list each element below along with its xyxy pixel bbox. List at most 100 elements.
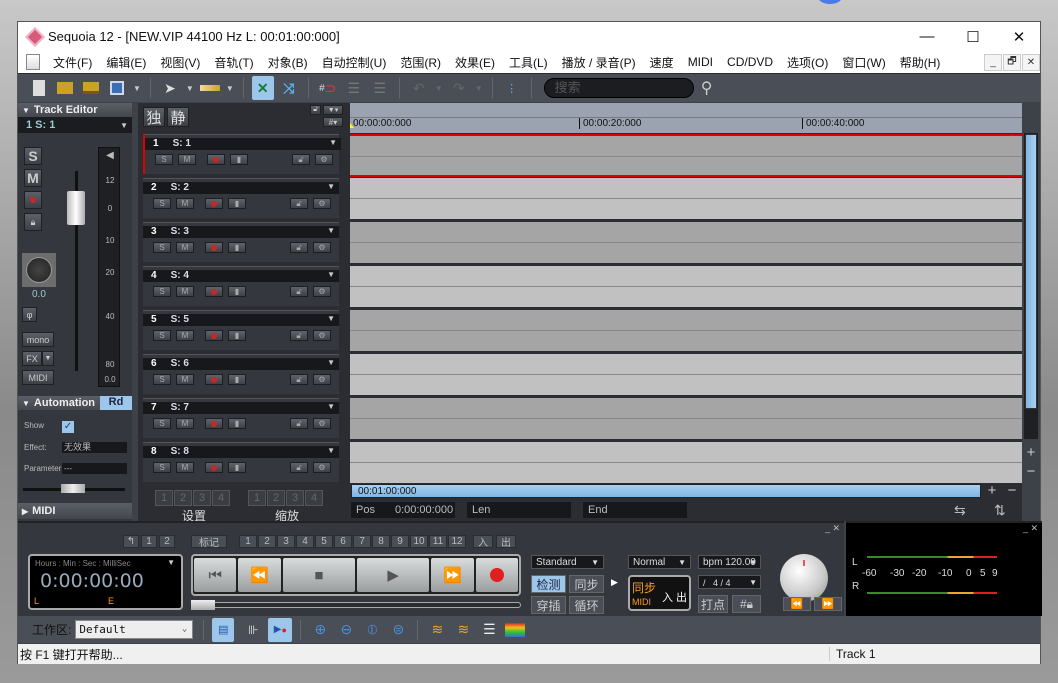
track-monitor-button[interactable]: ▮ <box>228 418 246 429</box>
menu-help[interactable]: 帮助(H) <box>893 54 948 71</box>
pointer-icon[interactable]: ➤ <box>159 76 181 100</box>
time-display[interactable]: Hours : Min : Sec : MilliSec ▼ 0:00:00:0… <box>28 554 183 610</box>
track-lane[interactable] <box>350 266 1022 309</box>
link-icon[interactable]: ⋮ <box>501 76 523 100</box>
track-header[interactable]: 8 S: 8 ▼ S M ▮ 🔓︎ ⚙ <box>143 442 339 482</box>
vu-close-icon[interactable]: _ ✕ <box>1023 523 1038 534</box>
marker-number-button[interactable]: 5 <box>315 535 333 548</box>
crossfade-icon[interactable]: ✕ <box>251 76 274 100</box>
track-lane[interactable] <box>350 354 1022 397</box>
zoom-preset-1[interactable]: 1 <box>248 490 266 506</box>
show-checkbox[interactable]: ✓ <box>62 421 74 433</box>
open-folder-icon[interactable] <box>54 76 76 100</box>
track-monitor-button[interactable]: ▮ <box>228 242 246 253</box>
menu-cd-dvd[interactable]: CD/DVD <box>720 55 780 69</box>
setup-preset-4[interactable]: 4 <box>212 490 230 506</box>
open-audio-icon[interactable] <box>80 76 102 100</box>
track-record-button[interactable] <box>205 286 223 297</box>
track-zoom-out-button[interactable]: − <box>1024 463 1038 480</box>
grid-lock-button[interactable]: # 🔒︎ <box>732 595 761 613</box>
time-zoom-in-button[interactable]: + <box>984 482 1000 499</box>
track-header[interactable]: 5 S: 5 ▼ S M ▮ 🔓︎ ⚙ <box>143 310 339 350</box>
undo-icon[interactable]: ↶ <box>408 76 430 100</box>
menu-window[interactable]: 窗口(W) <box>835 54 892 71</box>
transport-close-icon[interactable]: _ ✕ <box>825 523 840 534</box>
track-record-button[interactable] <box>205 330 223 341</box>
track-lock-button[interactable]: 🔓︎ <box>290 242 308 253</box>
track-lane[interactable] <box>350 178 1022 221</box>
track-record-button[interactable] <box>205 242 223 253</box>
position-slider[interactable] <box>191 602 521 608</box>
track-name[interactable]: 6 S: 6 ▼ <box>143 358 339 370</box>
save-icon[interactable] <box>106 76 128 100</box>
range-dropdown-icon[interactable]: ▼ <box>226 84 234 93</box>
fx-dropdown-icon[interactable]: ▼ <box>42 351 54 366</box>
track-solo-button[interactable]: S <box>153 374 171 385</box>
speed-mode-select[interactable]: Normal ▼ <box>628 555 691 569</box>
jog-wheel[interactable] <box>780 554 828 602</box>
track-menu-icon[interactable]: ▼ <box>329 138 337 147</box>
play-button[interactable]: ▶ <box>357 558 430 592</box>
menu-edit[interactable]: 编辑(E) <box>99 54 153 71</box>
track-lane[interactable] <box>350 310 1022 353</box>
marker-1-button[interactable]: 1 <box>141 535 157 548</box>
track-name[interactable]: 7 S: 7 ▼ <box>143 402 339 414</box>
jog-forward-button[interactable]: ⏩ <box>814 597 842 611</box>
track-monitor-button[interactable]: ▮ <box>230 154 248 165</box>
midi-panel-header[interactable]: ▶ MIDI <box>18 503 132 519</box>
track-monitor-button[interactable]: ▮ <box>228 462 246 473</box>
track-mute-button[interactable]: M <box>178 154 196 165</box>
track-name[interactable]: 5 S: 5 ▼ <box>143 314 339 326</box>
track-mute-button[interactable]: M <box>176 330 194 341</box>
marker-number-button[interactable]: 10 <box>410 535 428 548</box>
menu-tools[interactable]: 工具(L) <box>502 54 555 71</box>
zoom-preset-4[interactable]: 4 <box>305 490 323 506</box>
marker-number-button[interactable]: 9 <box>391 535 409 548</box>
track-record-button[interactable] <box>205 418 223 429</box>
track-name[interactable]: 8 S: 8 ▼ <box>143 446 339 458</box>
record-mode-select[interactable]: Standard ▼ <box>531 555 604 569</box>
menu-effects[interactable]: 效果(E) <box>448 54 502 71</box>
expand-arrow-icon[interactable]: ▶ <box>611 577 618 588</box>
track-header[interactable]: 3 S: 3 ▼ S M ▮ 🔓︎ ⚙ <box>143 222 339 262</box>
menu-track[interactable]: 音轨(T) <box>207 54 260 71</box>
track-menu-icon[interactable]: ▼ <box>327 358 335 367</box>
snap-magnet-icon[interactable]: # ⊃ <box>317 76 339 100</box>
go-to-start-button[interactable]: ⏮ <box>194 558 237 592</box>
auto-crossfade-icon[interactable]: ⤨ <box>278 76 300 100</box>
position-slider-handle[interactable] <box>191 600 215 610</box>
track-zoom-in-button[interactable]: + <box>1024 444 1038 461</box>
track-menu-icon[interactable]: ▼ <box>327 446 335 455</box>
automation-mode-button[interactable]: Rd <box>100 396 132 410</box>
length-field[interactable]: Len <box>467 502 571 518</box>
track-lock-button[interactable]: 🔓︎ <box>290 286 308 297</box>
mono-button[interactable]: mono <box>22 332 54 347</box>
detect-button[interactable]: 检测 <box>531 575 566 593</box>
time-signature-select[interactable]: / 4 / 4 ▼ <box>698 575 761 589</box>
zoom-in-icon[interactable]: ⊕ <box>309 618 331 642</box>
track-monitor-button[interactable]: ▮ <box>228 374 246 385</box>
in-point-button[interactable]: 入 <box>473 535 493 549</box>
position-field[interactable]: Pos 0:00:00:000 <box>351 502 455 518</box>
parameter-field[interactable]: --- <box>62 463 127 474</box>
track-menu-icon[interactable]: ▼ <box>327 270 335 279</box>
stop-button[interactable]: ■ <box>282 558 356 592</box>
horizontal-range-bar[interactable]: 00:01:00:000 <box>351 484 981 498</box>
track-monitor-button[interactable]: ▮ <box>228 286 246 297</box>
new-file-icon[interactable] <box>28 76 50 100</box>
menu-file[interactable]: 文件(F) <box>46 54 99 71</box>
time-format-dropdown-icon[interactable]: ▼ <box>167 558 175 567</box>
phase-button[interactable]: φ <box>22 307 37 322</box>
track-lock-button[interactable]: 🔓︎ <box>290 418 308 429</box>
grid-options-icon[interactable]: #▾ <box>323 117 343 127</box>
marker-number-button[interactable]: 2 <box>258 535 276 548</box>
track-fx-button[interactable]: ⚙ <box>313 374 331 385</box>
track-menu-icon[interactable]: ▼ <box>327 182 335 191</box>
solo-all-button[interactable]: 独 <box>143 107 165 127</box>
grid-lines-alt-icon[interactable]: ☰ <box>369 76 391 100</box>
tap-button[interactable]: 打点 <box>698 595 728 613</box>
track-fx-button[interactable]: ⚙ <box>313 330 331 341</box>
close-button[interactable]: ✕ <box>996 22 1042 51</box>
marker-number-button[interactable]: 8 <box>372 535 390 548</box>
maximize-button[interactable]: ☐ <box>950 22 996 51</box>
